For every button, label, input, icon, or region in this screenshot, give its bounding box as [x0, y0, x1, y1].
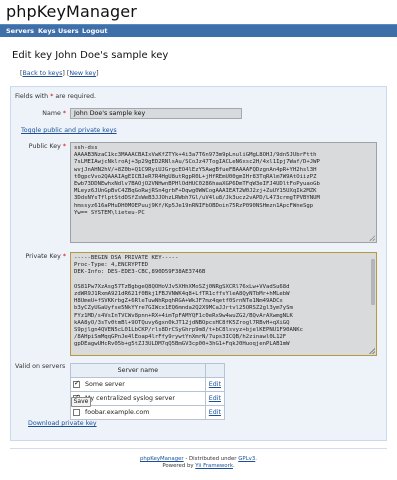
action-links: [Back to keys] [New key]	[20, 70, 99, 77]
edit-cell: Edit	[204, 377, 226, 392]
public-key-text: ssh-dss AAAAB3NzaC1kc3MAAACBAIxVwKfZTYk+…	[74, 145, 320, 216]
download-private-key-link[interactable]: Download private key	[28, 420, 97, 427]
footer-text: - Distributed under	[183, 456, 239, 462]
back-to-keys-link[interactable]: Back to keys	[22, 70, 62, 77]
edit-server-link[interactable]: Edit	[209, 395, 221, 402]
bracket: ]	[96, 70, 99, 77]
valid-on-servers-label: Valid on servers	[15, 363, 66, 370]
toggle-keys-link[interactable]: Toggle public and private keys	[21, 127, 117, 134]
private-key-text: -----BEGIN DSA PRIVATE KEY----- Proc-Typ…	[74, 255, 304, 348]
footer-text: .	[232, 463, 235, 469]
footer-divider	[10, 448, 387, 449]
nav-item-servers[interactable]: Servers	[6, 27, 34, 35]
main-navbar: Servers Keys Users Logout	[0, 24, 397, 37]
footer-line-1: phpKeyManager - Distributed under GPLv3.	[0, 456, 397, 463]
page-title: Edit key John Doe's sample key	[12, 50, 169, 61]
bracket: ]	[62, 70, 65, 77]
scrollbar-thumb[interactable]	[371, 259, 375, 305]
nav-item-keys[interactable]: Keys	[38, 27, 55, 35]
edit-column-header	[204, 363, 226, 378]
public-key-label: Public Key *	[28, 143, 66, 150]
edit-server-link[interactable]: Edit	[209, 409, 221, 416]
new-key-link[interactable]: New key	[69, 70, 96, 77]
app-title: phpKeyManager	[6, 2, 137, 21]
edit-cell: Edit	[204, 405, 226, 420]
table-row: Some server Edit	[70, 377, 226, 392]
private-key-textarea[interactable]: -----BEGIN DSA PRIVATE KEY----- Proc-Typ…	[70, 252, 377, 356]
license-link[interactable]: GPLv3	[238, 456, 255, 462]
nav-item-users[interactable]: Users	[58, 27, 79, 35]
edit-key-form: Fields with * are required. Name * John …	[10, 86, 387, 441]
edit-server-link[interactable]: Edit	[209, 381, 221, 388]
public-key-textarea[interactable]: ssh-dss AAAAB3NzaC1kc3MAAACBAIxVwKfZTYk+…	[70, 142, 377, 243]
footer-line-2: Powered by Yii Framework.	[0, 463, 397, 470]
required-note: Fields with * are required.	[15, 93, 96, 100]
checkbox-cell	[70, 377, 82, 392]
checkbox-cell	[70, 405, 82, 420]
resize-grip-icon[interactable]	[369, 348, 375, 354]
server-name-cell: My centralized syslog server	[82, 391, 206, 406]
footer-text: Powered by	[162, 463, 196, 469]
server-name-header: Server name	[70, 363, 206, 378]
footer-app-link[interactable]: phpKeyManager	[140, 456, 184, 462]
private-key-label: Private Key *	[25, 253, 66, 260]
server-name-cell: Some server	[82, 377, 206, 392]
footer: phpKeyManager - Distributed under GPLv3.…	[0, 456, 397, 470]
framework-link[interactable]: Yii Framework	[195, 463, 233, 469]
edit-cell: Edit	[204, 391, 226, 406]
server-checkbox[interactable]	[73, 408, 80, 416]
server-checkbox[interactable]	[73, 379, 80, 388]
footer-text: .	[255, 456, 257, 462]
name-label: Name *	[42, 110, 66, 117]
nav-item-logout[interactable]: Logout	[82, 27, 107, 35]
name-field[interactable]: John Doe's sample key	[70, 108, 242, 119]
table-row: My centralized syslog server Edit	[70, 391, 226, 406]
resize-grip-icon[interactable]	[369, 235, 375, 241]
table-row: foobar.example.com Edit	[70, 405, 226, 420]
table-header-row: Server name	[70, 363, 226, 378]
servers-table: Server name Some server Edit My centrali…	[70, 363, 226, 420]
save-button[interactable]: Save	[71, 397, 91, 407]
server-name-cell: foobar.example.com	[82, 405, 206, 420]
